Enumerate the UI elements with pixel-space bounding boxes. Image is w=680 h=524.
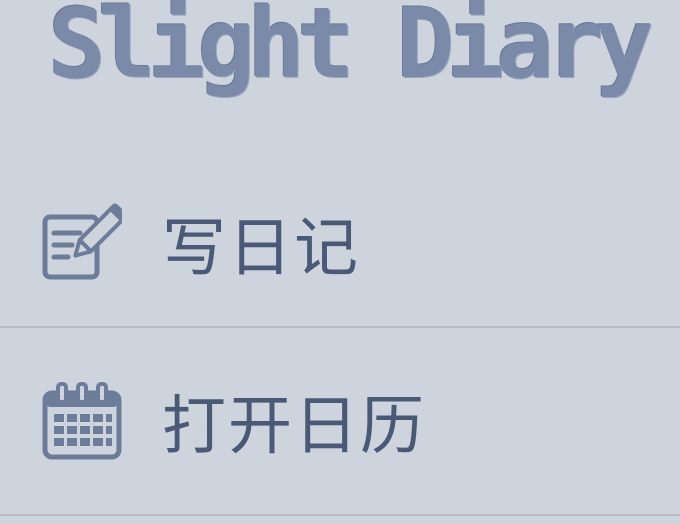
- edit-note-icon: [42, 203, 122, 280]
- menu-item-write-diary[interactable]: 写日记: [0, 160, 680, 328]
- menu-item-open-calendar[interactable]: 打开日历: [0, 328, 680, 516]
- calendar-icon: [42, 382, 122, 460]
- menu-item-write-diary-label: 写日记: [162, 212, 360, 286]
- app-title: Slight Diary: [48, 0, 654, 100]
- menu-item-open-calendar-label: 打开日历: [162, 390, 426, 464]
- main-menu: 写日记 打开日历: [0, 160, 680, 516]
